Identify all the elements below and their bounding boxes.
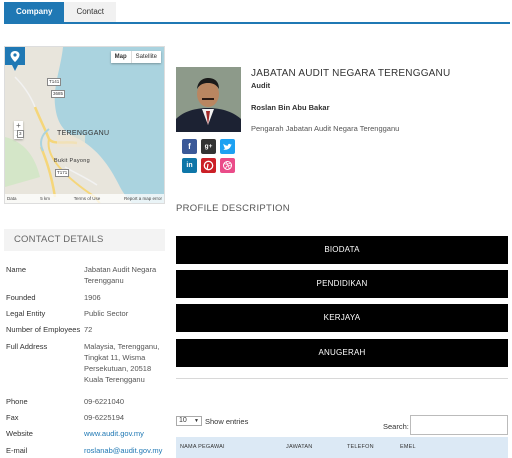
table-search-input[interactable] <box>410 415 508 435</box>
contact-key: Full Address <box>6 342 48 351</box>
entries-length-select[interactable]: 10 ▼ <box>176 416 202 426</box>
map-town-label: Bukit Payong <box>54 158 91 164</box>
entries-length-label: Show entries <box>205 417 249 426</box>
road-shield: T141 <box>47 78 62 86</box>
map-tiles <box>5 47 132 203</box>
contact-key: Phone <box>6 397 28 406</box>
contact-row-address: Full Address Malaysia, Terengganu, Tingk… <box>6 341 168 387</box>
map-scale: 5 km <box>40 196 50 201</box>
contact-details-heading: CONTACT DETAILS <box>4 229 165 251</box>
tab-company[interactable]: Company <box>4 2 65 22</box>
linkedin-icon[interactable]: in <box>182 158 197 173</box>
contact-key: Number of Employees <box>6 325 81 334</box>
contact-value: 1906 <box>84 293 101 302</box>
organization-name: JABATAN AUDIT NEGARA TERENGGANU <box>251 68 451 79</box>
contact-key: Website <box>6 429 33 438</box>
facebook-icon[interactable]: f <box>182 139 197 154</box>
column-nama-pegawai[interactable]: NAMA PEGAWAI <box>176 437 282 458</box>
chevron-down-icon: ▼ <box>194 418 199 424</box>
profile-tabs: Company Contact <box>4 2 510 24</box>
google-plus-icon[interactable]: g+ <box>201 139 216 154</box>
location-marker-icon[interactable] <box>5 47 25 71</box>
map-type-satellite-button[interactable]: Satellite <box>132 51 161 63</box>
map-data-label: Data <box>7 196 17 201</box>
map-footer: Data 5 km Terms of Use Report a map erro… <box>5 194 164 203</box>
road-shield: T171 <box>55 169 70 177</box>
column-telefon[interactable]: TELEFON <box>343 437 396 458</box>
dribbble-icon[interactable] <box>220 158 235 173</box>
contact-value: Malaysia, Terengganu, Tingkat 11, Wisma … <box>84 342 160 384</box>
contact-value: Public Sector <box>84 309 129 318</box>
staff-table-header: NAMA PEGAWAI JAWATAN TELEFON EMEL <box>176 437 508 458</box>
person-position: Pengarah Jabatan Audit Negara Terengganu <box>251 124 400 133</box>
profile-photo <box>176 67 241 132</box>
map-city-label: TERENGGANU <box>57 130 110 137</box>
map-report-link[interactable]: Report a map error <box>124 196 162 201</box>
column-jawatan[interactable]: JAWATAN <box>282 437 343 458</box>
divider <box>176 378 508 379</box>
contact-value: 72 <box>84 325 93 334</box>
contact-key: E-mail <box>6 446 28 455</box>
twitter-icon[interactable] <box>220 139 235 154</box>
map-type-toggle: Map Satellite <box>110 51 161 63</box>
road-shield: 3685 <box>51 90 66 98</box>
kerjaya-button[interactable]: KERJAYA <box>176 304 508 332</box>
zoom-in-button[interactable]: + <box>14 121 23 130</box>
column-emel[interactable]: EMEL <box>396 437 508 458</box>
contact-row-name: Name Jabatan Audit Negara Terengganu <box>6 264 168 288</box>
location-map[interactable]: Map Satellite + − T141 3685 3 T171 TEREN… <box>4 46 165 204</box>
search-label: Search: <box>383 422 409 431</box>
profile-description-heading: PROFILE DESCRIPTION <box>176 203 290 214</box>
contact-value: Jabatan Audit Negara Terengganu <box>84 265 157 285</box>
map-terms-link[interactable]: Terms of Use <box>74 196 101 201</box>
contact-key: Fax <box>6 413 19 422</box>
tab-contact[interactable]: Contact <box>64 2 117 22</box>
pendidikan-button[interactable]: PENDIDIKAN <box>176 270 508 298</box>
road-shield: 3 <box>17 130 24 138</box>
contact-value: 09-6221040 <box>84 397 125 406</box>
contact-value: 09-6225194 <box>84 413 125 422</box>
biodata-button[interactable]: BIODATA <box>176 236 508 264</box>
entries-length-value: 10 <box>179 417 187 424</box>
organization-type: Audit <box>251 81 271 90</box>
person-name: Roslan Bin Abu Bakar <box>251 103 330 112</box>
map-type-map-button[interactable]: Map <box>111 51 132 63</box>
contact-key: Founded <box>6 293 36 302</box>
contact-key: Name <box>6 265 27 274</box>
website-link[interactable]: www.audit.gov.my <box>84 428 168 439</box>
anugerah-button[interactable]: ANUGERAH <box>176 339 508 367</box>
email-link[interactable]: roslanab@audit.gov.my <box>84 445 168 456</box>
pinterest-icon[interactable] <box>201 158 216 173</box>
contact-key: Legal Entity <box>6 309 46 318</box>
